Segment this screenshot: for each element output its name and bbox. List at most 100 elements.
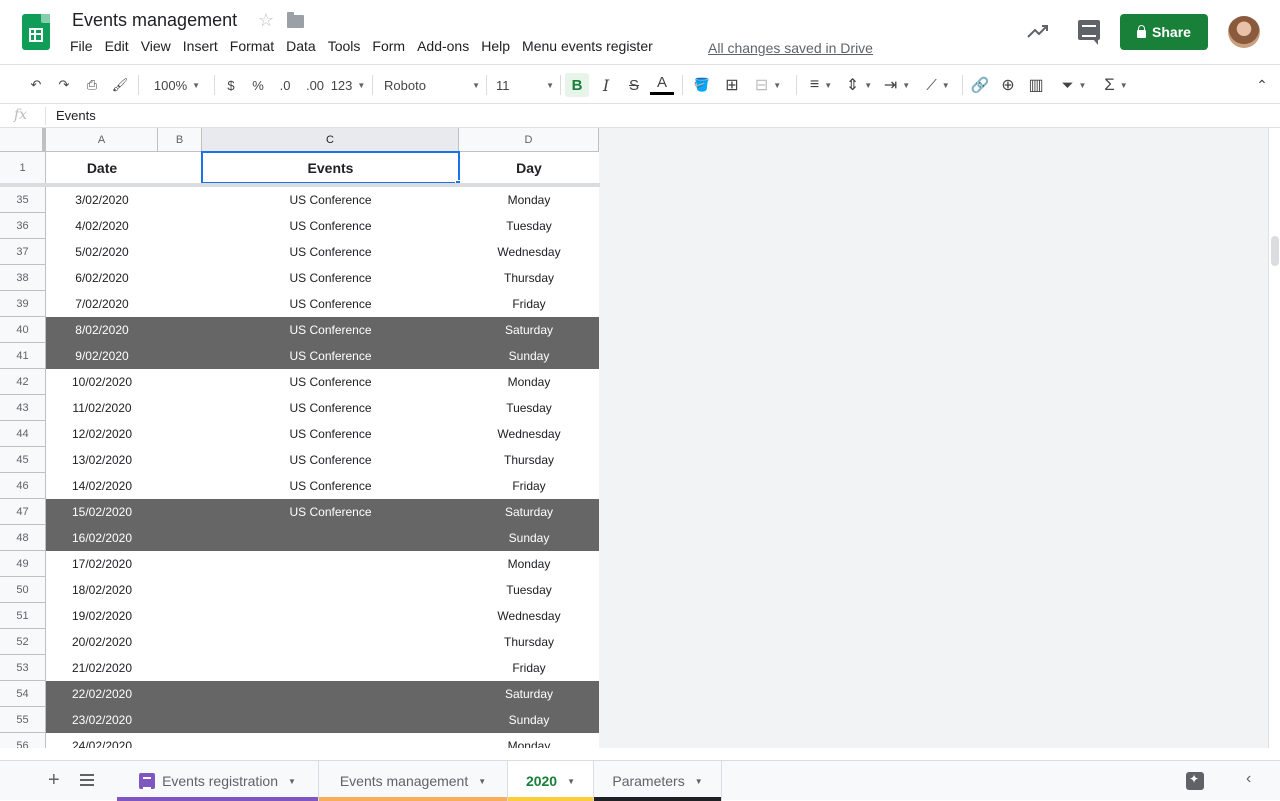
menu-edit[interactable]: Edit <box>99 38 135 58</box>
menu-help[interactable]: Help <box>475 38 516 58</box>
row-header[interactable]: 39 <box>0 291 46 317</box>
date-cell[interactable]: 22/02/2020 <box>46 681 158 707</box>
column-header-c[interactable]: C <box>202 128 459 152</box>
date-cell[interactable]: 3/02/2020 <box>46 187 158 213</box>
row-header[interactable]: 1 <box>0 152 46 184</box>
event-cell[interactable] <box>202 733 459 748</box>
row-header[interactable]: 43 <box>0 395 46 421</box>
menu-insert[interactable]: Insert <box>177 38 224 58</box>
add-sheet-icon[interactable]: + <box>48 769 60 792</box>
day-cell[interactable]: Friday <box>459 291 599 317</box>
font-select[interactable]: Roboto ▼ <box>384 73 480 97</box>
date-cell[interactable]: 5/02/2020 <box>46 239 158 265</box>
row-header[interactable]: 51 <box>0 603 46 629</box>
saved-status-link[interactable]: All changes saved in Drive <box>708 40 873 56</box>
row-header[interactable]: 55 <box>0 707 46 733</box>
event-cell[interactable]: US Conference <box>202 291 459 317</box>
event-cell[interactable]: US Conference <box>202 499 459 525</box>
date-cell[interactable]: 9/02/2020 <box>46 343 158 369</box>
event-cell[interactable]: US Conference <box>202 473 459 499</box>
row-header[interactable]: 52 <box>0 629 46 655</box>
date-cell[interactable]: 15/02/2020 <box>46 499 158 525</box>
row-header[interactable]: 56 <box>0 733 46 748</box>
event-cell[interactable]: US Conference <box>202 343 459 369</box>
date-cell[interactable]: 10/02/2020 <box>46 369 158 395</box>
day-cell[interactable]: Thursday <box>459 447 599 473</box>
day-cell[interactable]: Wednesday <box>459 603 599 629</box>
row-header[interactable]: 45 <box>0 447 46 473</box>
date-cell[interactable]: 14/02/2020 <box>46 473 158 499</box>
column-header-d[interactable]: D <box>459 128 599 152</box>
select-all-corner[interactable] <box>0 128 46 152</box>
row-header[interactable]: 40 <box>0 317 46 343</box>
undo-icon[interactable]: ↶ <box>24 73 48 97</box>
event-cell[interactable] <box>202 551 459 577</box>
row-header[interactable]: 44 <box>0 421 46 447</box>
day-cell[interactable]: Tuesday <box>459 395 599 421</box>
folder-icon[interactable] <box>287 12 304 28</box>
date-cell[interactable]: 20/02/2020 <box>46 629 158 655</box>
day-cell[interactable]: Saturday <box>459 681 599 707</box>
date-cell[interactable]: 23/02/2020 <box>46 707 158 733</box>
insert-chart-icon[interactable]: ▥ <box>1024 73 1048 97</box>
event-cell[interactable]: US Conference <box>202 265 459 291</box>
date-cell[interactable]: 16/02/2020 <box>46 525 158 551</box>
row-header[interactable]: 41 <box>0 343 46 369</box>
day-cell[interactable]: Monday <box>459 551 599 577</box>
fill-color-icon[interactable]: 🪣 <box>690 73 714 97</box>
event-cell[interactable] <box>202 681 459 707</box>
date-cell[interactable]: 24/02/2020 <box>46 733 158 748</box>
event-cell[interactable] <box>202 629 459 655</box>
event-cell[interactable]: US Conference <box>202 239 459 265</box>
row-header[interactable]: 48 <box>0 525 46 551</box>
italic-button[interactable]: I <box>594 73 618 97</box>
day-cell[interactable]: Monday <box>459 187 599 213</box>
comment-history-icon[interactable] <box>1078 20 1100 45</box>
date-cell[interactable]: 12/02/2020 <box>46 421 158 447</box>
sheet-tab-events-management[interactable]: Events management ▼ <box>319 761 508 801</box>
sheet-tab-events-registration[interactable]: Events registration ▼ <box>117 761 319 801</box>
day-cell[interactable]: Sunday <box>459 343 599 369</box>
date-cell[interactable]: 18/02/2020 <box>46 577 158 603</box>
day-cell[interactable]: Monday <box>459 733 599 748</box>
event-cell[interactable]: US Conference <box>202 187 459 213</box>
bold-button[interactable]: B <box>565 73 589 97</box>
header-date-cell[interactable]: Date <box>46 152 158 183</box>
sheet-grid[interactable]: A B C D 1 Date Events Day 35 3/02/2020 US … <box>0 128 1280 748</box>
menu-tools[interactable]: Tools <box>322 38 367 58</box>
explore-icon[interactable] <box>1186 772 1204 790</box>
day-cell[interactable]: Saturday <box>459 317 599 343</box>
event-cell[interactable]: US Conference <box>202 447 459 473</box>
date-cell[interactable]: 17/02/2020 <box>46 551 158 577</box>
print-icon[interactable]: ⎙ <box>80 73 104 97</box>
date-cell[interactable]: 8/02/2020 <box>46 317 158 343</box>
avatar[interactable] <box>1228 16 1260 48</box>
event-cell[interactable]: US Conference <box>202 421 459 447</box>
day-cell[interactable]: Thursday <box>459 629 599 655</box>
date-cell[interactable]: 6/02/2020 <box>46 265 158 291</box>
day-cell[interactable]: Sunday <box>459 707 599 733</box>
row-header[interactable]: 50 <box>0 577 46 603</box>
event-cell[interactable] <box>202 707 459 733</box>
row-header[interactable]: 38 <box>0 265 46 291</box>
day-cell[interactable]: Monday <box>459 369 599 395</box>
day-cell[interactable]: Wednesday <box>459 421 599 447</box>
date-cell[interactable]: 19/02/2020 <box>46 603 158 629</box>
row-header[interactable]: 54 <box>0 681 46 707</box>
decrease-decimal-button[interactable]: .0 <box>274 73 296 97</box>
vertical-align-icon[interactable]: ⇕ ▼ <box>842 73 876 97</box>
header-day-cell[interactable]: Day <box>459 152 599 183</box>
menu-data[interactable]: Data <box>280 38 322 58</box>
filter-icon[interactable]: ⏷ ▼ <box>1054 73 1094 97</box>
date-cell[interactable]: 11/02/2020 <box>46 395 158 421</box>
day-cell[interactable]: Saturday <box>459 499 599 525</box>
insert-link-icon[interactable]: 🔗 <box>968 73 992 97</box>
borders-icon[interactable]: ⊞ <box>720 73 744 97</box>
text-rotation-icon[interactable]: ⟋ ▼ <box>920 73 956 97</box>
event-cell[interactable] <box>202 655 459 681</box>
date-cell[interactable]: 4/02/2020 <box>46 213 158 239</box>
document-title[interactable]: Events management <box>72 10 237 31</box>
date-cell[interactable]: 21/02/2020 <box>46 655 158 681</box>
row-header[interactable]: 37 <box>0 239 46 265</box>
day-cell[interactable]: Friday <box>459 655 599 681</box>
